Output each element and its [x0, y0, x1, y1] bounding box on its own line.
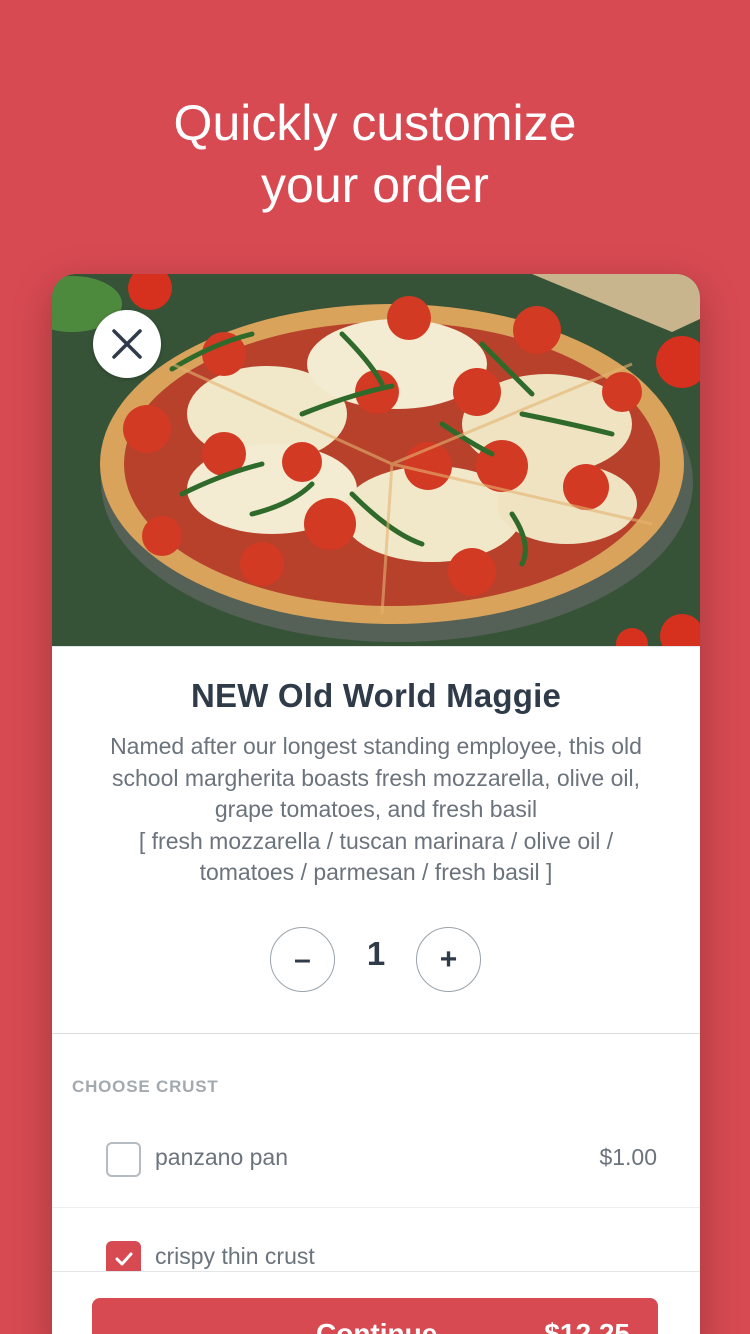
continue-button[interactable]: Continue $12.25	[92, 1298, 658, 1334]
product-description: Named after our longest standing employe…	[76, 731, 676, 889]
decrease-quantity-button[interactable]: –	[270, 927, 335, 992]
footer-bar: Continue $12.25	[52, 1271, 700, 1334]
option-price: $1.00	[599, 1144, 657, 1170]
continue-label: Continue	[316, 1318, 438, 1334]
quantity-stepper: – 1 +	[52, 927, 700, 993]
checkmark-icon	[115, 1252, 132, 1265]
headline-line-2: your order	[261, 157, 489, 213]
ingredients-line: tomatoes / parmesan / fresh basil ]	[199, 859, 553, 885]
section-label-choose-crust: CHOOSE CRUST	[72, 1077, 219, 1096]
checkbox[interactable]	[106, 1142, 141, 1177]
pizza-image	[52, 274, 700, 646]
increase-quantity-button[interactable]: +	[416, 927, 481, 992]
crust-option-panzano-pan[interactable]: panzano pan $1.00	[52, 1110, 700, 1208]
onboarding-headline: Quickly customize your order	[0, 92, 750, 216]
description-line: Named after our longest standing employe…	[110, 733, 642, 759]
order-total: $12.25	[544, 1318, 630, 1334]
description-line: school margherita boasts fresh mozzarell…	[112, 764, 640, 791]
option-label: crispy thin crust	[155, 1243, 315, 1269]
close-button[interactable]	[93, 310, 161, 378]
close-icon	[112, 329, 142, 359]
headline-line-1: Quickly customize	[173, 95, 577, 151]
description-line: grape tomatoes, and fresh basil	[214, 796, 538, 822]
product-details: NEW Old World Maggie Named after our lon…	[52, 646, 700, 1034]
product-title: NEW Old World Maggie	[190, 677, 562, 714]
ingredients-line: [ fresh mozzarella / tuscan marinara / o…	[138, 827, 614, 854]
product-card: NEW Old World Maggie Named after our lon…	[52, 274, 700, 1334]
quantity-value: 1	[366, 935, 386, 972]
option-label: panzano pan	[155, 1144, 289, 1170]
